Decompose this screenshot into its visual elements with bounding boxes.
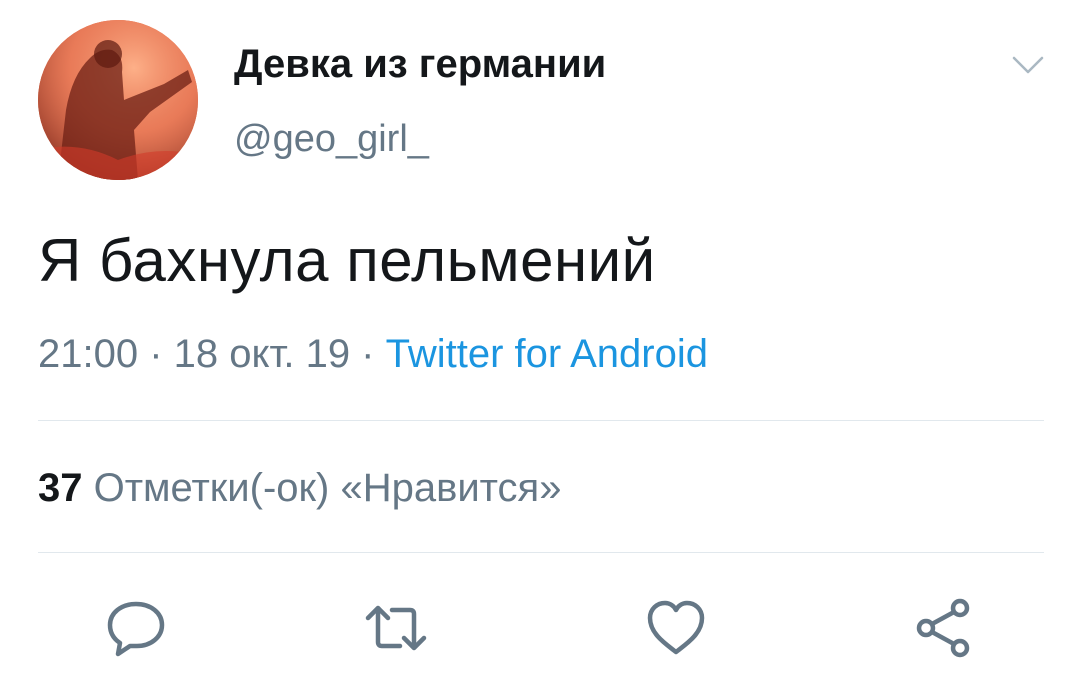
likes-stat[interactable]: 37 Отметки(-ок) «Нравится»	[38, 466, 561, 511]
user-handle[interactable]: @geo_girl_	[234, 118, 429, 161]
share-button[interactable]	[912, 596, 976, 660]
display-name[interactable]: Девка из германии	[234, 42, 606, 87]
divider	[38, 552, 1044, 553]
reply-button[interactable]	[104, 596, 168, 660]
chevron-down-icon[interactable]	[1010, 50, 1046, 78]
share-icon	[916, 598, 970, 658]
like-button[interactable]	[644, 596, 708, 660]
tweet-text: Я бахнула пельмений	[38, 227, 656, 294]
avatar[interactable]	[38, 20, 198, 180]
meta-separator: ·	[350, 332, 386, 376]
tweet-detail: Девка из германии @geo_girl_ Я бахнула п…	[0, 0, 1080, 685]
avatar-image	[38, 20, 198, 180]
likes-label: Отметки(-ок) «Нравится»	[93, 466, 562, 510]
tweet-metadata: 21:00 · 18 окт. 19 · Twitter for Android	[38, 332, 708, 377]
retweet-button[interactable]	[364, 596, 428, 660]
retweet-icon	[365, 605, 427, 651]
tweet-time: 21:00	[38, 332, 139, 376]
heart-icon	[647, 600, 705, 655]
meta-separator: ·	[138, 332, 174, 376]
tweet-source-link[interactable]: Twitter for Android	[386, 332, 708, 376]
divider	[38, 420, 1044, 421]
reply-icon	[107, 601, 165, 657]
tweet-date: 18 окт. 19	[173, 332, 351, 376]
likes-count: 37	[38, 466, 83, 510]
